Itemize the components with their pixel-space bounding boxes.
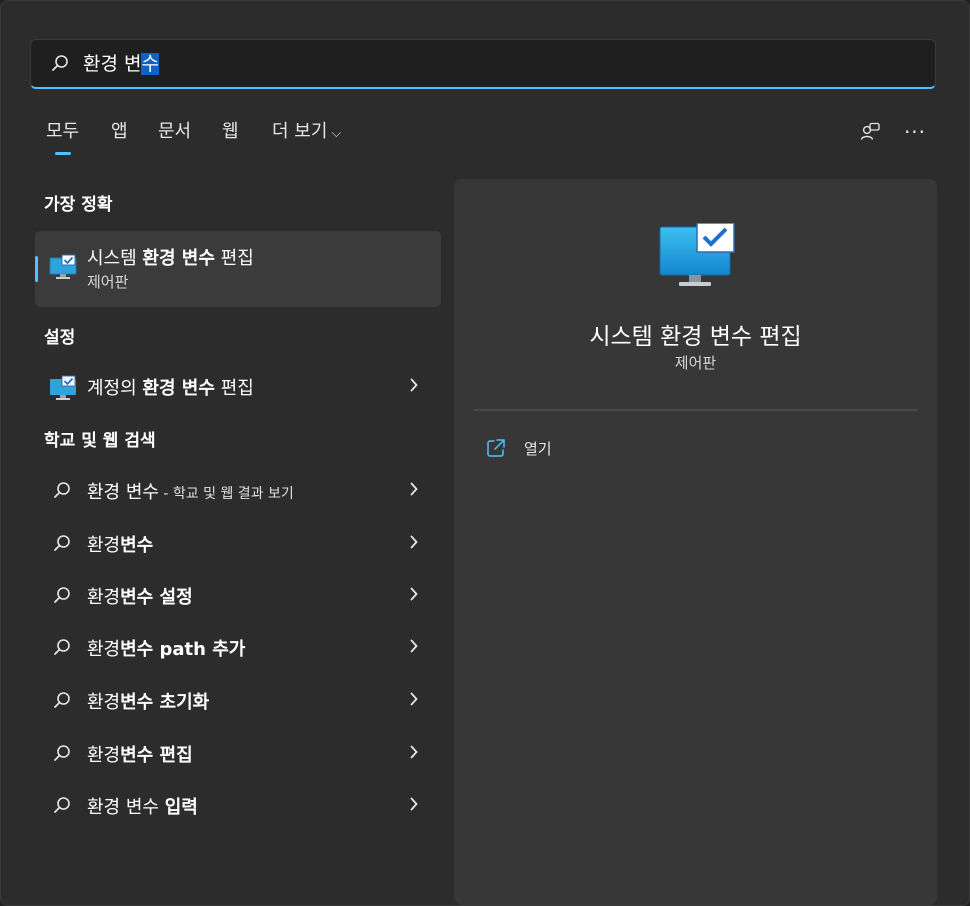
preview-panel: 시스템 환경 변수 편집 제어판 열기: [454, 179, 937, 905]
web-result-label-pre: 환경 변수: [87, 482, 159, 503]
preview-subtitle: 제어판: [674, 354, 717, 372]
web-result-label-pre: 환경: [87, 587, 121, 608]
web-result-label-hint: - 학교 및 웹 결과 보기: [158, 486, 294, 502]
web-result-label: 환경변수 편집: [87, 741, 193, 767]
selection-indicator: [35, 256, 38, 282]
web-result-label-bold: 변수 초기화: [120, 692, 210, 713]
tab-more[interactable]: 더 보기 ⌵: [272, 119, 341, 147]
best-match-title: 시스템 환경 변수 편집: [87, 244, 254, 270]
web-result-label: 환경 변수 입력: [87, 793, 198, 819]
chevron-right-icon: [410, 692, 418, 706]
chevron-right-icon: [410, 639, 418, 653]
web-result-label: 환경변수 초기화: [87, 688, 209, 714]
chevron-right-icon: [410, 587, 418, 601]
best-match-result[interactable]: 시스템 환경 변수 편집 제어판: [35, 231, 441, 307]
settings-label-bold: 환경 변수: [142, 378, 215, 399]
search-icon: [54, 587, 70, 603]
search-icon: [54, 745, 70, 761]
tab-active-indicator: [55, 152, 71, 155]
search-box[interactable]: 환경 변수: [30, 39, 936, 89]
tab-apps[interactable]: 앱: [111, 119, 128, 145]
search-icon: [54, 692, 70, 708]
web-result-label: 환경변수 path 추가: [87, 635, 245, 661]
web-result-item[interactable]: 환경 변수 - 학교 및 웹 결과 보기: [35, 467, 441, 513]
section-settings: 설정: [44, 328, 76, 348]
section-best-match: 가장 정확: [44, 195, 113, 215]
chevron-down-icon: ⌵: [331, 126, 342, 141]
web-result-item[interactable]: 환경변수 path 추가: [35, 624, 441, 670]
chevron-right-icon: [410, 378, 418, 392]
tab-web[interactable]: 웹: [222, 119, 239, 145]
preview-divider: [474, 409, 917, 411]
search-query-selection: 수: [141, 53, 159, 75]
system-properties-large-icon: [659, 223, 735, 286]
settings-result-account-env-vars[interactable]: 계정의 환경 변수 편집: [35, 363, 441, 409]
search-icon: [54, 535, 70, 551]
chevron-right-icon: [410, 535, 418, 549]
tab-all[interactable]: 모두: [46, 119, 80, 155]
search-icon: [54, 482, 70, 498]
web-result-label-pre: 환경: [87, 692, 121, 713]
web-result-label-pre: 환경: [87, 745, 121, 766]
search-icon: [54, 639, 70, 655]
web-result-label-bold: 변수: [120, 535, 154, 556]
best-match-title-post: 편집: [214, 248, 254, 269]
web-result-label-bold: 변수 path 추가: [120, 639, 246, 660]
web-result-label: 환경변수 설정: [87, 583, 193, 609]
web-result-label-bold: 변수 편집: [120, 745, 193, 766]
tab-documents-label: 문서: [158, 121, 192, 142]
tab-more-label: 더 보기: [272, 121, 328, 142]
search-query-text: 환경 변: [83, 53, 142, 75]
search-icon: [52, 55, 68, 71]
open-external-icon: [487, 439, 505, 457]
web-result-item[interactable]: 환경변수 편집: [35, 730, 441, 776]
web-result-label-pre: 환경: [87, 535, 121, 556]
chevron-right-icon: [410, 797, 418, 811]
web-result-label: 환경변수: [87, 531, 153, 557]
preview-title: 시스템 환경 변수 편집: [589, 324, 802, 350]
account-button[interactable]: [857, 119, 883, 145]
web-result-item[interactable]: 환경 변수 입력: [35, 782, 441, 828]
system-properties-icon: [50, 375, 76, 400]
best-match-subtitle: 제어판: [87, 273, 129, 291]
search-input[interactable]: 환경 변수: [83, 51, 159, 77]
tab-web-label: 웹: [222, 121, 239, 142]
settings-result-label: 계정의 환경 변수 편집: [87, 374, 254, 400]
web-result-item[interactable]: 환경변수 초기화: [35, 677, 441, 723]
web-result-item[interactable]: 환경변수: [35, 520, 441, 566]
open-action-label: 열기: [524, 440, 552, 458]
tab-apps-label: 앱: [111, 121, 128, 142]
more-options-button[interactable]: ···: [902, 119, 928, 145]
web-result-label-bold: 입력: [164, 797, 198, 818]
more-options-icon: ···: [903, 120, 927, 144]
section-web-search: 학교 및 웹 검색: [44, 431, 156, 451]
settings-label-pre: 계정의: [87, 378, 143, 399]
start-search-window: 환경 변수 모두 앱 문서 웹 더 보기 ⌵ ··· 가장 정확 시스템 환경 …: [0, 0, 970, 906]
settings-label-post: 편집: [214, 378, 254, 399]
web-result-label-pre: 환경 변수: [87, 797, 165, 818]
tab-documents[interactable]: 문서: [158, 119, 191, 145]
web-result-item[interactable]: 환경변수 설정: [35, 572, 441, 618]
search-icon: [54, 797, 70, 813]
web-result-label: 환경 변수 - 학교 및 웹 결과 보기: [87, 478, 294, 504]
web-result-label-pre: 환경: [87, 639, 121, 660]
chevron-right-icon: [410, 745, 418, 759]
best-match-title-pre: 시스템: [87, 248, 143, 269]
tab-all-label: 모두: [46, 121, 80, 142]
system-properties-icon: [49, 254, 77, 279]
web-result-label-bold: 변수 설정: [120, 587, 193, 608]
best-match-title-bold: 환경 변수: [142, 248, 215, 269]
chevron-right-icon: [410, 482, 418, 496]
people-chat-icon: [860, 122, 880, 140]
